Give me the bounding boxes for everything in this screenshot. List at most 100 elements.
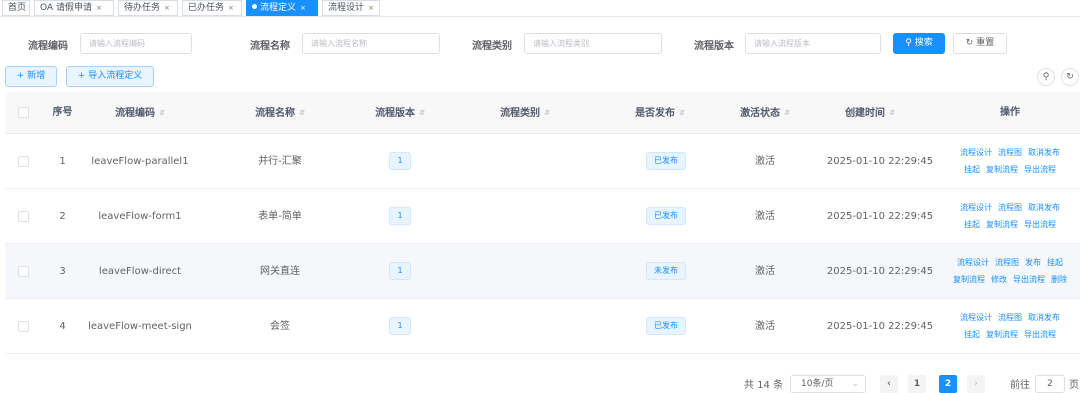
tab-process-design[interactable]: 流程设计 × <box>322 0 380 16</box>
page-number-current[interactable]: 2 <box>939 375 957 393</box>
diagram-link[interactable]: 流程图 <box>995 258 1019 267</box>
edit-link[interactable]: 修改 <box>991 275 1007 284</box>
diagram-link[interactable]: 流程图 <box>998 148 1022 157</box>
unpublish-link[interactable]: 取消发布 <box>1028 203 1060 212</box>
cell-name: 表单-简单 <box>258 211 302 222</box>
header-published-label: 是否发布 <box>635 108 676 119</box>
reset-button[interactable]: ↻ 重置 <box>953 33 1007 54</box>
category-input[interactable]: 请输入流程类别 <box>524 33 662 54</box>
tab-home[interactable]: 首页 <box>2 0 30 16</box>
row-checkbox[interactable] <box>18 156 29 167</box>
header-name-label: 流程名称 <box>255 108 296 119</box>
search-button[interactable]: ⚲ 搜索 <box>893 33 945 54</box>
status-badge: 未发布 <box>646 262 686 280</box>
header-created[interactable]: 创建时间 ⇵ <box>795 92 945 134</box>
sort-icon[interactable]: ⇵ <box>159 92 165 134</box>
status-badge: 已发布 <box>646 317 686 335</box>
cell-created: 2025-01-10 22:29:45 <box>826 266 934 277</box>
sort-icon[interactable]: ⇵ <box>299 92 305 134</box>
suspend-link[interactable]: 挂起 <box>964 220 980 229</box>
diagram-link[interactable]: 流程图 <box>998 203 1022 212</box>
table-row: 3 leaveFlow-direct 网关直连 1 未发布 激活 2025-01… <box>5 244 1080 299</box>
diagram-link[interactable]: 流程图 <box>998 313 1022 322</box>
search-icon: ⚲ <box>1042 72 1050 82</box>
row-checkbox[interactable] <box>18 321 29 332</box>
cell-code: leaveFlow-parallel1 <box>91 156 189 167</box>
app-root: 首页 OA 请假申请 × 待办任务 × 已办任务 × 流程定义 × 流程设计 × 流程编码… <box>0 0 1080 393</box>
cell-actions: 流程设计 流程图 取消发布 挂起 复制流程 导出流程 <box>940 134 1080 189</box>
status-badge: 已发布 <box>646 207 686 225</box>
cell-actions: 流程设计 流程图 取消发布 挂起 复制流程 导出流程 <box>940 299 1080 354</box>
sort-icon[interactable]: ⇵ <box>679 92 685 134</box>
design-link[interactable]: 流程设计 <box>960 148 992 157</box>
copy-link[interactable]: 复制流程 <box>986 330 1018 339</box>
design-link[interactable]: 流程设计 <box>960 203 992 212</box>
cell-actions: 流程设计 流程图 发布 挂起 复制流程 修改 导出流程 删除 <box>940 244 1080 299</box>
export-link[interactable]: 导出流程 <box>1024 330 1056 339</box>
cell-category <box>460 134 590 189</box>
tab-todo[interactable]: 待办任务 × <box>118 0 178 16</box>
design-link[interactable]: 流程设计 <box>960 313 992 322</box>
code-input[interactable]: 请输入流程编码 <box>80 33 192 54</box>
row-checkbox[interactable] <box>18 266 29 277</box>
tab-label: OA 请假申请 <box>40 3 92 13</box>
export-link[interactable]: 导出流程 <box>1024 165 1056 174</box>
name-input[interactable]: 请输入流程名称 <box>302 33 440 54</box>
goto-input[interactable]: 2 <box>1035 375 1065 393</box>
toggle-search-button[interactable]: ⚲ <box>1037 68 1055 86</box>
sort-icon[interactable]: ⇵ <box>889 92 895 134</box>
sort-icon[interactable]: ⇵ <box>544 92 550 134</box>
next-page-button[interactable]: › <box>967 375 985 393</box>
add-button-label: 新增 <box>27 71 46 81</box>
tab-process-definition[interactable]: 流程定义 × <box>246 0 318 16</box>
close-icon[interactable]: × <box>164 4 170 12</box>
version-input[interactable]: 请输入流程版本 <box>745 33 881 54</box>
unpublish-link[interactable]: 取消发布 <box>1028 313 1060 322</box>
add-button[interactable]: + 新增 <box>5 66 57 87</box>
copy-link[interactable]: 复制流程 <box>986 165 1018 174</box>
import-button-label: 导入流程定义 <box>88 71 143 81</box>
select-all-checkbox[interactable] <box>18 107 29 118</box>
cell-version: 1 <box>335 244 465 299</box>
delete-link[interactable]: 删除 <box>1051 275 1067 284</box>
tab-label: 已办任务 <box>188 3 225 13</box>
export-link[interactable]: 导出流程 <box>1024 220 1056 229</box>
header-version[interactable]: 流程版本 ⇵ <box>335 92 465 134</box>
export-link[interactable]: 导出流程 <box>1013 275 1045 284</box>
page-size-select[interactable]: 10条/页 ⌄ <box>790 375 866 393</box>
page-suffix: 页 <box>1069 380 1079 391</box>
table-row: 2 leaveFlow-form1 表单-简单 1 已发布 激活 2025-01… <box>5 189 1080 244</box>
chevron-down-icon: ⌄ <box>851 379 859 389</box>
close-icon[interactable]: × <box>300 4 306 12</box>
row-checkbox[interactable] <box>18 211 29 222</box>
pagination-total: 共 14 条 <box>744 380 784 391</box>
tab-oa-leave[interactable]: OA 请假申请 × <box>34 0 114 16</box>
unpublish-link[interactable]: 取消发布 <box>1028 148 1060 157</box>
copy-link[interactable]: 复制流程 <box>986 220 1018 229</box>
close-icon[interactable]: × <box>228 4 234 12</box>
tab-done[interactable]: 已办任务 × <box>182 0 242 16</box>
refresh-icon: ↻ <box>1066 72 1074 82</box>
suspend-link[interactable]: 挂起 <box>964 330 980 339</box>
header-name[interactable]: 流程名称 ⇵ <box>215 92 345 134</box>
close-icon[interactable]: × <box>96 4 102 12</box>
version-tag: 1 <box>389 317 411 335</box>
tab-label: 流程定义 <box>260 3 297 13</box>
design-link[interactable]: 流程设计 <box>957 258 989 267</box>
close-icon[interactable]: × <box>368 4 374 12</box>
header-code[interactable]: 流程编码 ⇵ <box>75 92 205 134</box>
header-category[interactable]: 流程类别 ⇵ <box>460 92 590 134</box>
suspend-link[interactable]: 挂起 <box>964 165 980 174</box>
cell-version: 1 <box>335 299 465 354</box>
sort-icon[interactable]: ⇵ <box>419 92 425 134</box>
refresh-button[interactable]: ↻ <box>1061 68 1079 86</box>
import-button[interactable]: + 导入流程定义 <box>66 66 154 87</box>
suspend-link[interactable]: 挂起 <box>1047 258 1063 267</box>
prev-page-button[interactable]: ‹ <box>880 375 898 393</box>
copy-link[interactable]: 复制流程 <box>953 275 985 284</box>
table-row: 1 leaveFlow-parallel1 并行-汇聚 1 已发布 激活 202… <box>5 134 1080 189</box>
name-label: 流程名称 <box>250 41 290 52</box>
sort-icon[interactable]: ⇵ <box>784 92 790 134</box>
publish-link[interactable]: 发布 <box>1025 258 1041 267</box>
page-number[interactable]: 1 <box>908 375 926 393</box>
